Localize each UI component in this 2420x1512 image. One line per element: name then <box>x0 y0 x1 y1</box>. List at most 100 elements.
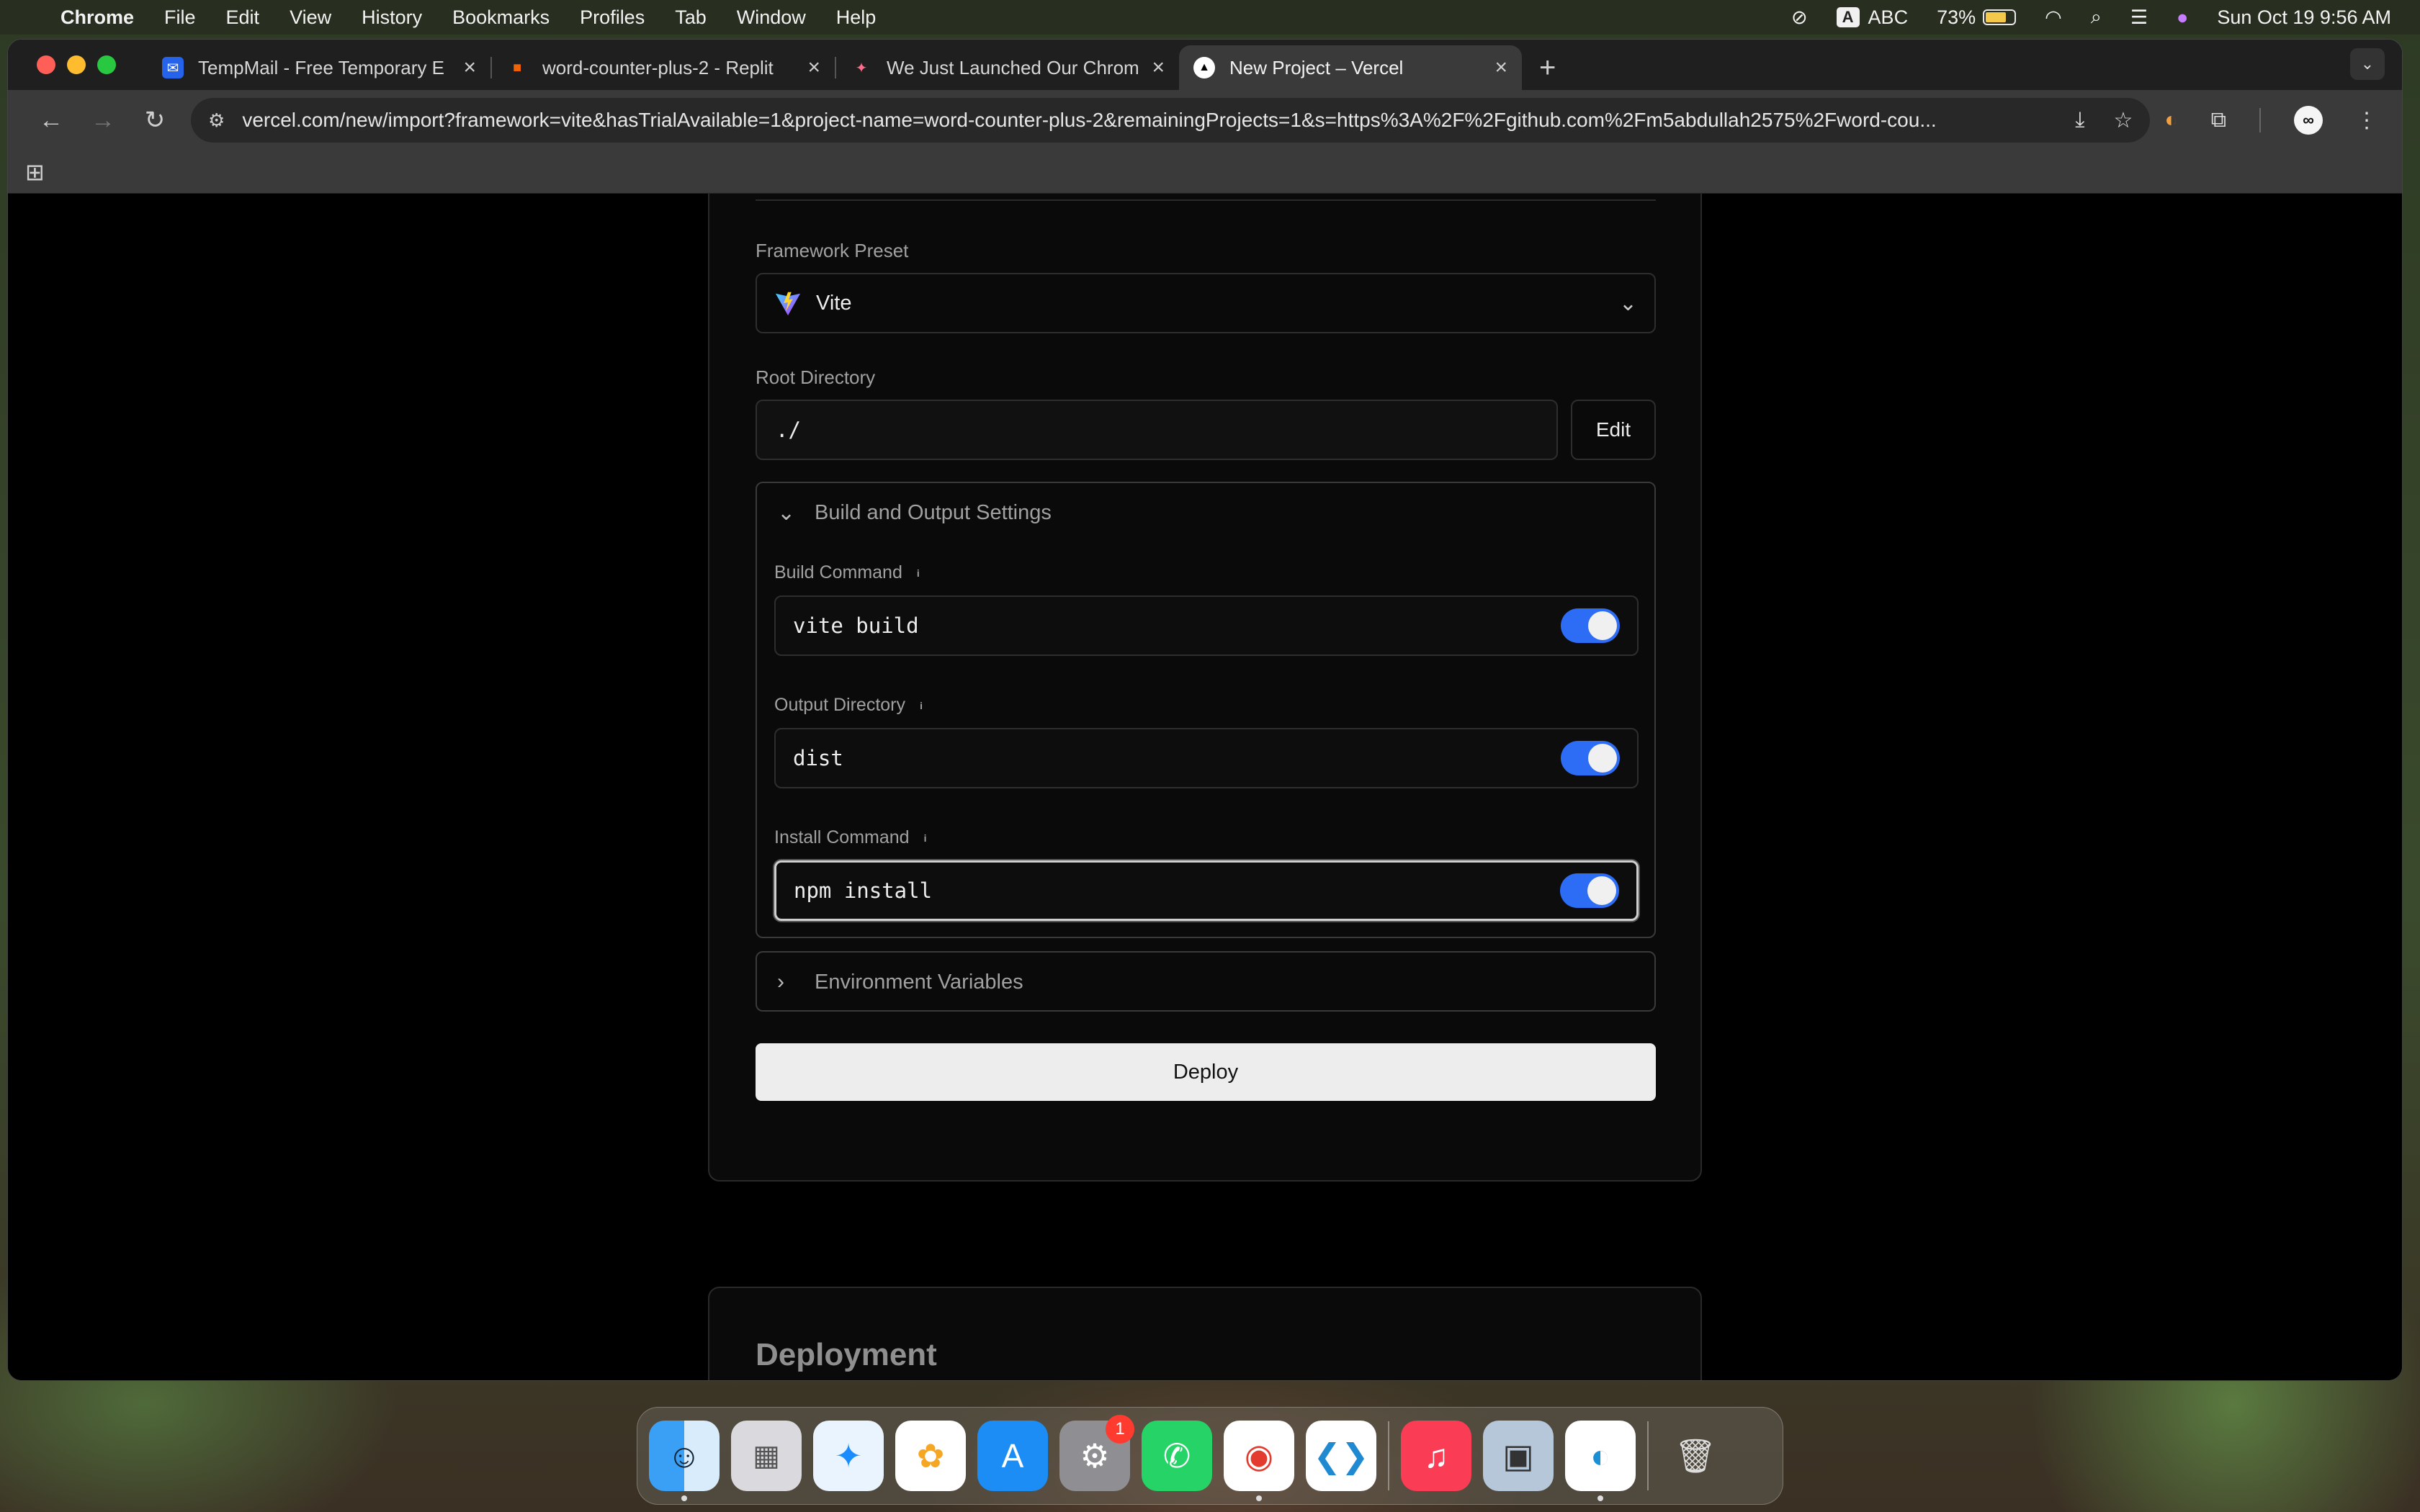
tab-title: We Just Launched Our Chrom <box>887 56 1139 78</box>
framework-preset-select[interactable]: Vite ⌄ <box>756 273 1656 333</box>
framework-preset-label: Framework Preset <box>756 240 909 261</box>
chrome-menu-icon[interactable]: ⋮ <box>2356 108 2378 133</box>
build-output-settings-toggle[interactable]: ⌄ Build and Output Settings <box>757 483 1654 542</box>
preview-icon[interactable]: ▣ <box>1483 1421 1554 1491</box>
extensions-puzzle-icon[interactable]: ⧉ <box>2211 108 2226 132</box>
edit-root-directory-button[interactable]: Edit <box>1571 400 1656 460</box>
input-source-badge: A <box>1836 7 1860 27</box>
launchpad-icon[interactable]: ▦ <box>731 1421 802 1491</box>
bookmark-star-icon[interactable]: ☆ <box>2114 108 2133 133</box>
info-icon[interactable]: i <box>915 700 927 711</box>
root-directory-value: ./ <box>776 418 801 442</box>
profile-avatar[interactable]: ∞ <box>2294 106 2323 135</box>
output-directory-value: dist <box>793 746 843 770</box>
menu-profiles[interactable]: Profiles <box>580 6 645 29</box>
dock-divider <box>1388 1421 1389 1490</box>
app-store-icon[interactable]: A <box>977 1421 1048 1491</box>
whatsapp-icon[interactable]: ✆ <box>1142 1421 1212 1491</box>
new-tab-button[interactable]: + <box>1539 52 1556 84</box>
framework-preset-value: Vite <box>816 291 852 315</box>
url-text: vercel.com/new/import?framework=vite&has… <box>242 109 1937 131</box>
environment-variables-toggle[interactable]: › Environment Variables <box>757 953 1654 1012</box>
battery-icon <box>1983 9 2017 25</box>
close-tab-icon[interactable]: × <box>1494 55 1507 80</box>
output-directory-override-toggle[interactable] <box>1561 741 1620 775</box>
tab-search-button[interactable]: ⌄ <box>2350 48 2385 80</box>
battery-status[interactable]: 73% <box>1937 6 2017 29</box>
tab-replit[interactable]: ■ word-counter-plus-2 - Replit × <box>492 45 835 90</box>
chrome-window: ✉ TempMail - Free Temporary E × ■ word-c… <box>7 39 2403 1381</box>
siri-icon[interactable]: ● <box>2177 6 2188 29</box>
window-controls <box>37 55 116 74</box>
apps-grid-icon[interactable]: ⊞ <box>25 158 45 186</box>
chrome-icon[interactable]: ◉ <box>1224 1421 1294 1501</box>
edge-icon[interactable]: ◐ <box>1565 1421 1636 1501</box>
chevron-right-icon: › <box>777 970 784 994</box>
spotlight-search-icon[interactable]: ⌕ <box>2091 6 2102 29</box>
system-settings-icon[interactable]: ⚙ 1 <box>1059 1415 1134 1491</box>
close-tab-icon[interactable]: × <box>463 55 476 80</box>
forward-button[interactable]: → <box>77 107 129 135</box>
notification-badge: 1 <box>1106 1415 1134 1444</box>
reload-button[interactable]: ↻ <box>129 106 181 135</box>
close-window-button[interactable] <box>37 55 55 74</box>
extension-icon[interactable]: ◐ <box>2164 108 2177 132</box>
install-command-label-row: Install Command i <box>774 827 931 848</box>
menu-view[interactable]: View <box>290 6 331 29</box>
input-source-menu[interactable]: A ABC <box>1836 6 1909 29</box>
site-info-icon[interactable]: ⚙ <box>208 109 225 132</box>
build-command-label-row: Build Command i <box>774 562 924 583</box>
tab-launch[interactable]: ✦ We Just Launched Our Chrom × <box>836 45 1179 90</box>
toolbar-divider <box>2259 108 2261 132</box>
install-command-override-toggle[interactable] <box>1560 873 1619 908</box>
build-output-settings-title: Build and Output Settings <box>815 500 1052 524</box>
vercel-page: Framework Preset Vite ⌄ Root Directory .… <box>8 194 2402 1380</box>
input-source-label: ABC <box>1868 6 1909 28</box>
info-icon[interactable]: i <box>913 567 924 579</box>
vscode-icon[interactable]: ❮❯ <box>1306 1421 1376 1491</box>
tab-tempmail[interactable]: ✉ TempMail - Free Temporary E × <box>148 45 490 90</box>
menu-app-name[interactable]: Chrome <box>60 6 134 29</box>
build-command-value: vite build <box>793 613 919 638</box>
configure-project-card: Framework Preset Vite ⌄ Root Directory .… <box>708 194 1702 1182</box>
control-center-icon[interactable]: ☰ <box>2130 6 2148 29</box>
build-command-field[interactable]: vite build <box>774 595 1639 656</box>
trash-icon[interactable]: 🗑 <box>1660 1421 1731 1491</box>
rocket-icon: ✦ <box>855 60 868 76</box>
bookmarks-bar: ⊞ <box>8 150 2402 194</box>
menu-edit[interactable]: Edit <box>226 6 260 29</box>
info-icon[interactable]: i <box>920 832 931 844</box>
root-directory-input[interactable]: ./ <box>756 400 1558 460</box>
build-command-override-toggle[interactable] <box>1561 608 1620 643</box>
menu-history[interactable]: History <box>362 6 422 29</box>
tab-vercel[interactable]: ▲ New Project – Vercel × <box>1179 45 1522 90</box>
menubar-clock[interactable]: Sun Oct 19 9:56 AM <box>2217 6 2391 29</box>
minimize-window-button[interactable] <box>67 55 86 74</box>
deploy-button[interactable]: Deploy <box>756 1043 1656 1101</box>
wifi-icon[interactable]: ◠ <box>2045 6 2062 29</box>
vercel-icon: ▲ <box>1193 57 1215 78</box>
menu-tab[interactable]: Tab <box>675 6 707 29</box>
menu-help[interactable]: Help <box>836 6 877 29</box>
menu-window[interactable]: Window <box>737 6 806 29</box>
install-app-icon[interactable]: ⤓ <box>2075 108 2084 133</box>
safari-icon[interactable]: ✦ <box>813 1421 884 1491</box>
tab-title: New Project – Vercel <box>1229 56 1404 78</box>
close-tab-icon[interactable]: × <box>1152 55 1165 80</box>
close-tab-icon[interactable]: × <box>807 55 820 80</box>
menu-file[interactable]: File <box>164 6 196 29</box>
photos-icon[interactable]: ✿ <box>895 1421 966 1491</box>
install-command-label: Install Command <box>774 827 910 847</box>
vite-logo-icon <box>775 292 801 316</box>
zoom-window-button[interactable] <box>97 55 116 74</box>
install-command-field[interactable]: npm install <box>774 860 1639 921</box>
location-off-icon[interactable]: ⊘ <box>1791 6 1808 29</box>
address-bar[interactable]: ⚙ vercel.com/new/import?framework=vite&h… <box>191 98 2151 143</box>
install-command-value: npm install <box>794 878 933 903</box>
menu-bookmarks[interactable]: Bookmarks <box>452 6 550 29</box>
back-button[interactable]: ← <box>25 107 77 135</box>
music-icon[interactable]: ♫ <box>1401 1421 1471 1491</box>
tempmail-icon: ✉ <box>162 57 184 78</box>
output-directory-field[interactable]: dist <box>774 728 1639 788</box>
finder-icon[interactable]: ☺ <box>649 1421 720 1501</box>
